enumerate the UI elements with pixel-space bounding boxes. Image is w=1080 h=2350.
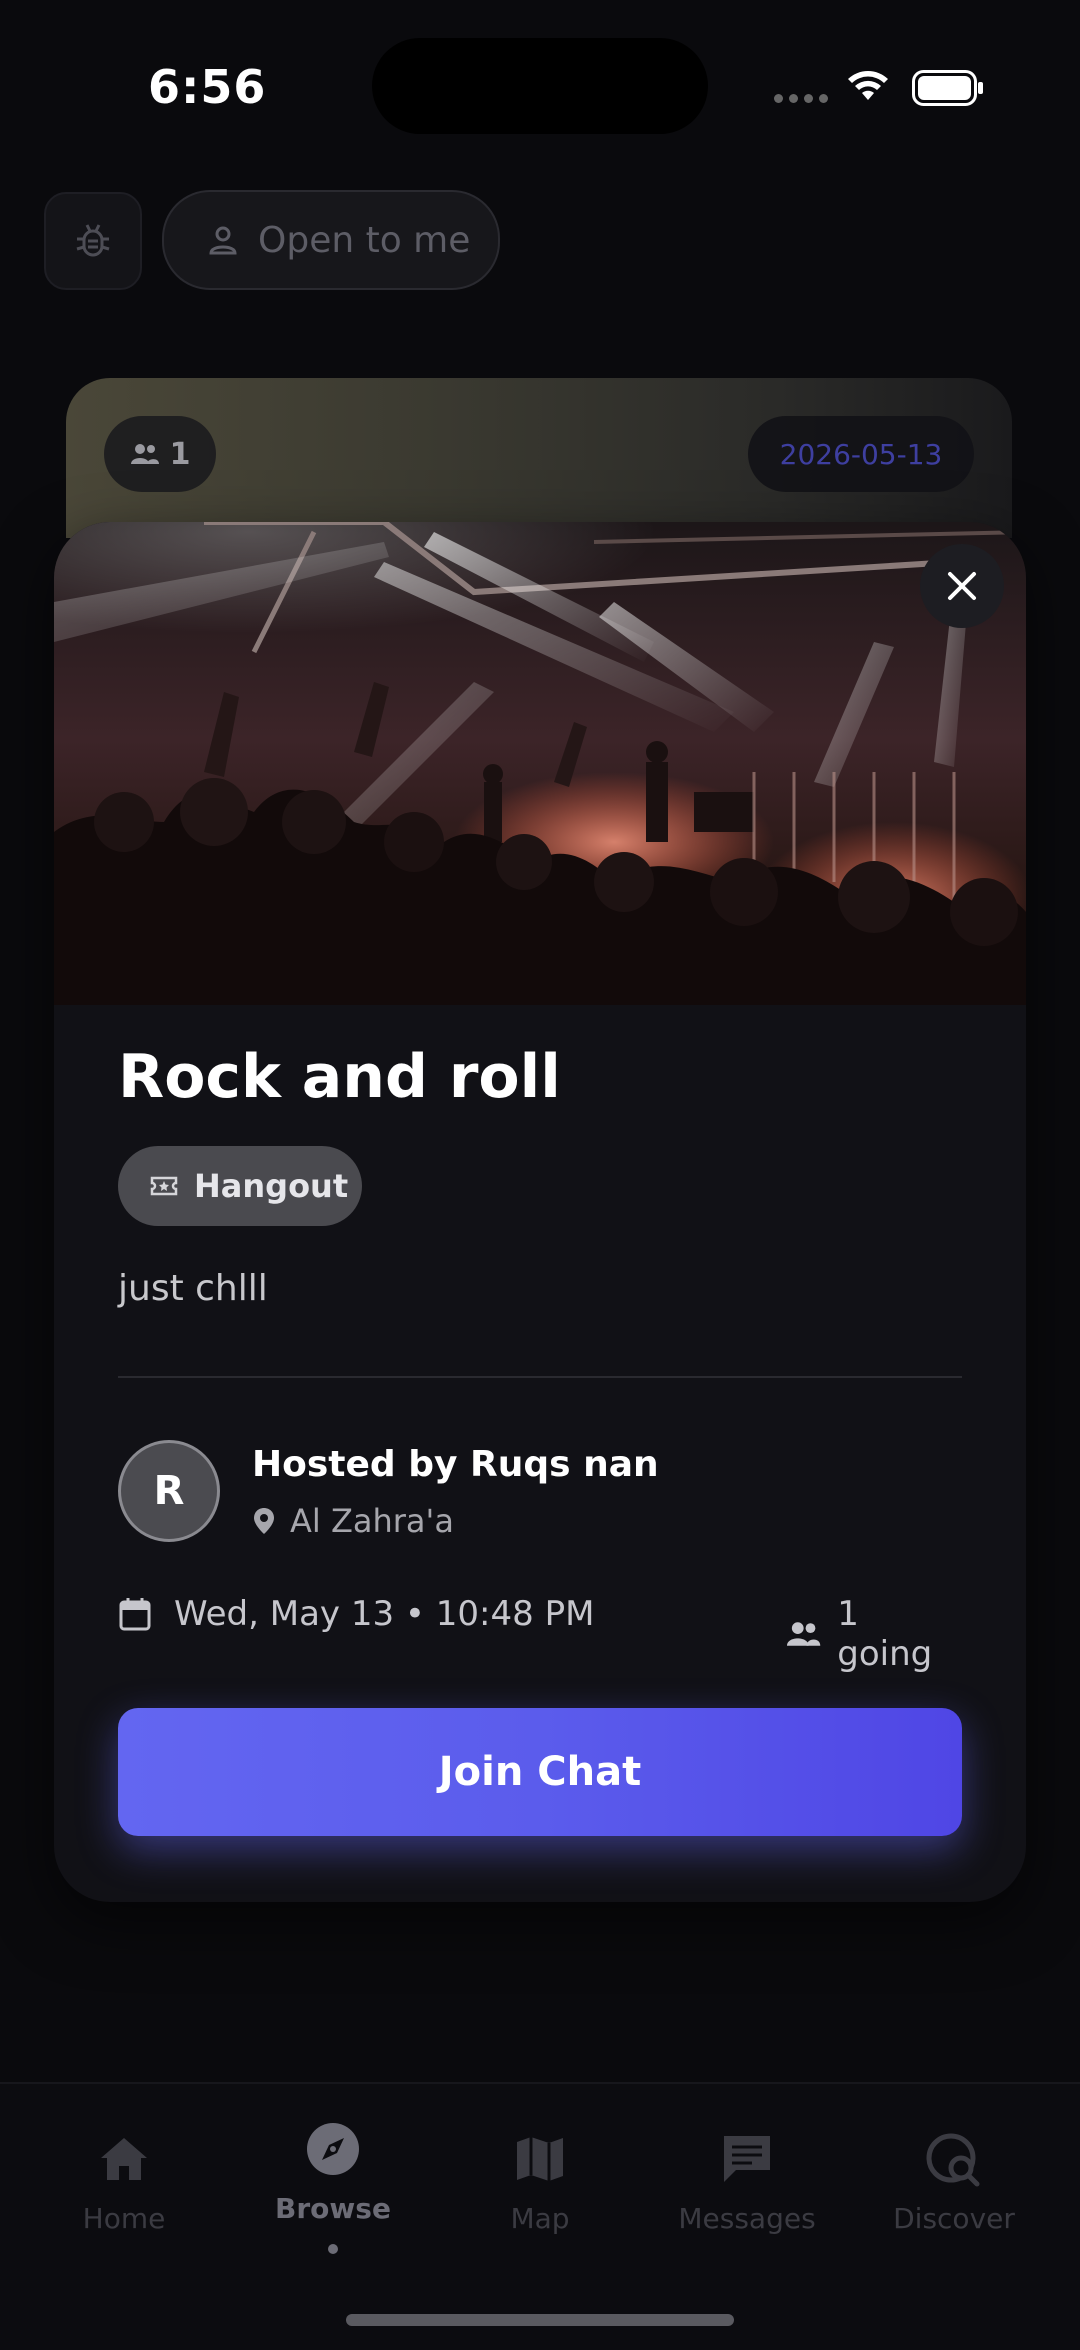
signal-icon xyxy=(774,94,830,106)
attendee-count: 1 xyxy=(169,436,191,472)
tab-home-label: Home xyxy=(82,2202,166,2235)
discover-icon xyxy=(926,2133,980,2187)
open-to-me-filter[interactable]: Open to me xyxy=(162,190,500,290)
going-row: 1 going xyxy=(786,1594,962,1674)
person-icon xyxy=(209,226,237,255)
compass-icon xyxy=(307,2123,359,2175)
people-icon xyxy=(786,1622,821,1646)
event-description: just chlll xyxy=(118,1268,268,1309)
category-label: Hangout xyxy=(194,1167,349,1205)
event-photo xyxy=(54,522,1026,1005)
chat-icon xyxy=(724,2136,770,2182)
debug-button[interactable] xyxy=(44,192,142,290)
status-time: 6:56 xyxy=(148,60,267,114)
tab-map[interactable]: Map xyxy=(450,2130,630,2235)
wifi-icon xyxy=(848,71,888,100)
bug-icon xyxy=(76,224,110,257)
attendee-count-badge: 1 xyxy=(104,416,216,492)
host-avatar[interactable]: R xyxy=(118,1440,220,1542)
join-chat-button[interactable]: Join Chat xyxy=(118,1708,962,1836)
active-tab-indicator xyxy=(328,2244,338,2254)
concert-illustration xyxy=(54,522,1026,1005)
close-icon xyxy=(948,572,976,600)
tab-messages[interactable]: Messages xyxy=(657,2130,837,2235)
close-button[interactable] xyxy=(920,544,1004,628)
map-icon xyxy=(517,2137,563,2181)
date-badge: 2026-05-13 xyxy=(748,416,974,492)
home-icon xyxy=(101,2138,147,2180)
host-initial: R xyxy=(153,1468,185,1514)
tab-messages-label: Messages xyxy=(678,2202,816,2235)
going-count: 1 going xyxy=(837,1594,933,1674)
event-title: Rock and roll xyxy=(118,1042,561,1112)
datetime-row: Wed, May 13 • 10:48 PM xyxy=(118,1594,594,1634)
home-indicator xyxy=(346,2314,734,2326)
tab-browse[interactable]: Browse xyxy=(243,2120,423,2225)
tab-home[interactable]: Home xyxy=(34,2130,214,2235)
tab-browse-label: Browse xyxy=(275,2192,391,2225)
tab-discover[interactable]: Discover xyxy=(864,2130,1044,2235)
location-row: Al Zahra'a xyxy=(252,1502,454,1540)
tab-discover-label: Discover xyxy=(893,2202,1015,2235)
date-badge-text: 2026-05-13 xyxy=(779,437,943,471)
host-name[interactable]: Hosted by Ruqs nan xyxy=(252,1444,659,1485)
open-to-me-label: Open to me xyxy=(258,219,471,261)
category-chip: Hangout xyxy=(118,1146,362,1226)
location-pin-icon xyxy=(254,1508,274,1534)
divider xyxy=(118,1376,962,1378)
battery-icon xyxy=(912,70,983,106)
ticket-icon xyxy=(150,1176,178,1196)
dynamic-island xyxy=(372,38,708,134)
event-detail-modal: Rock and roll Hangout just chlll R Hoste… xyxy=(54,522,1026,1902)
people-icon xyxy=(130,444,159,464)
tab-map-label: Map xyxy=(510,2202,570,2235)
join-chat-label: Join Chat xyxy=(438,1749,642,1795)
datetime-text: Wed, May 13 • 10:48 PM xyxy=(174,1594,595,1634)
location-text: Al Zahra'a xyxy=(290,1502,454,1540)
calendar-icon xyxy=(119,1598,151,1631)
